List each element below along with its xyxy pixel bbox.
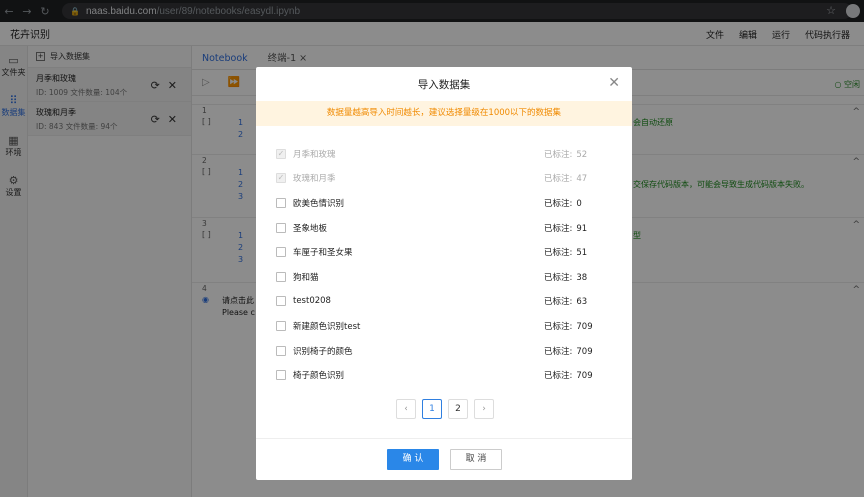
cancel-button[interactable]: 取 消 xyxy=(450,449,502,470)
dialog-footer: 确 认 取 消 xyxy=(256,438,632,480)
dataset-option: ✓ 玫瑰和月季 已标注: 47 xyxy=(276,173,588,184)
dataset-option[interactable]: 圣象地板 已标注: 91 xyxy=(276,216,616,240)
confirm-button[interactable]: 确 认 xyxy=(387,449,439,470)
dataset-option[interactable]: 新建颜色识别test 已标注: 709 xyxy=(276,314,616,338)
page-button[interactable]: 1 xyxy=(422,399,442,419)
dataset-option: ✓ 月季和玫瑰 已标注: 52 xyxy=(276,149,588,160)
pagination: ‹ 1 2 › xyxy=(396,399,494,419)
dataset-option[interactable]: 椅子颜色识别 已标注: 709 xyxy=(276,363,616,387)
checkbox-checked-disabled: ✓ xyxy=(276,173,286,183)
checkbox[interactable] xyxy=(276,198,286,208)
dataset-option[interactable]: 狗和猫 已标注: 38 xyxy=(276,265,616,289)
dataset-option[interactable]: test0208 已标注: 63 xyxy=(276,289,616,313)
checkbox[interactable] xyxy=(276,247,286,257)
checkbox-checked-disabled: ✓ xyxy=(276,149,286,159)
close-icon[interactable]: ✕ xyxy=(608,75,620,91)
checkbox[interactable] xyxy=(276,272,286,282)
dataset-option[interactable]: 车厘子和圣女果 已标注: 51 xyxy=(276,240,616,264)
import-dataset-dialog: 导入数据集 ✕ 数据量越高导入时间越长，建议选择量级在1000以下的数据集 ✓ … xyxy=(256,67,632,480)
dataset-option[interactable]: 欧美色情识别 已标注: 0 xyxy=(276,191,616,215)
next-page-button[interactable]: › xyxy=(474,399,494,419)
notice-banner: 数据量越高导入时间越长，建议选择量级在1000以下的数据集 xyxy=(256,101,632,126)
prev-page-button[interactable]: ‹ xyxy=(396,399,416,419)
checkbox[interactable] xyxy=(276,321,286,331)
page-button[interactable]: 2 xyxy=(448,399,468,419)
dialog-title: 导入数据集 xyxy=(417,79,471,91)
dataset-option[interactable]: 识别椅子的颜色 已标注: 709 xyxy=(276,339,616,363)
checkbox[interactable] xyxy=(276,346,286,356)
checkbox[interactable] xyxy=(276,370,286,380)
checkbox[interactable] xyxy=(276,223,286,233)
checkbox[interactable] xyxy=(276,296,286,306)
